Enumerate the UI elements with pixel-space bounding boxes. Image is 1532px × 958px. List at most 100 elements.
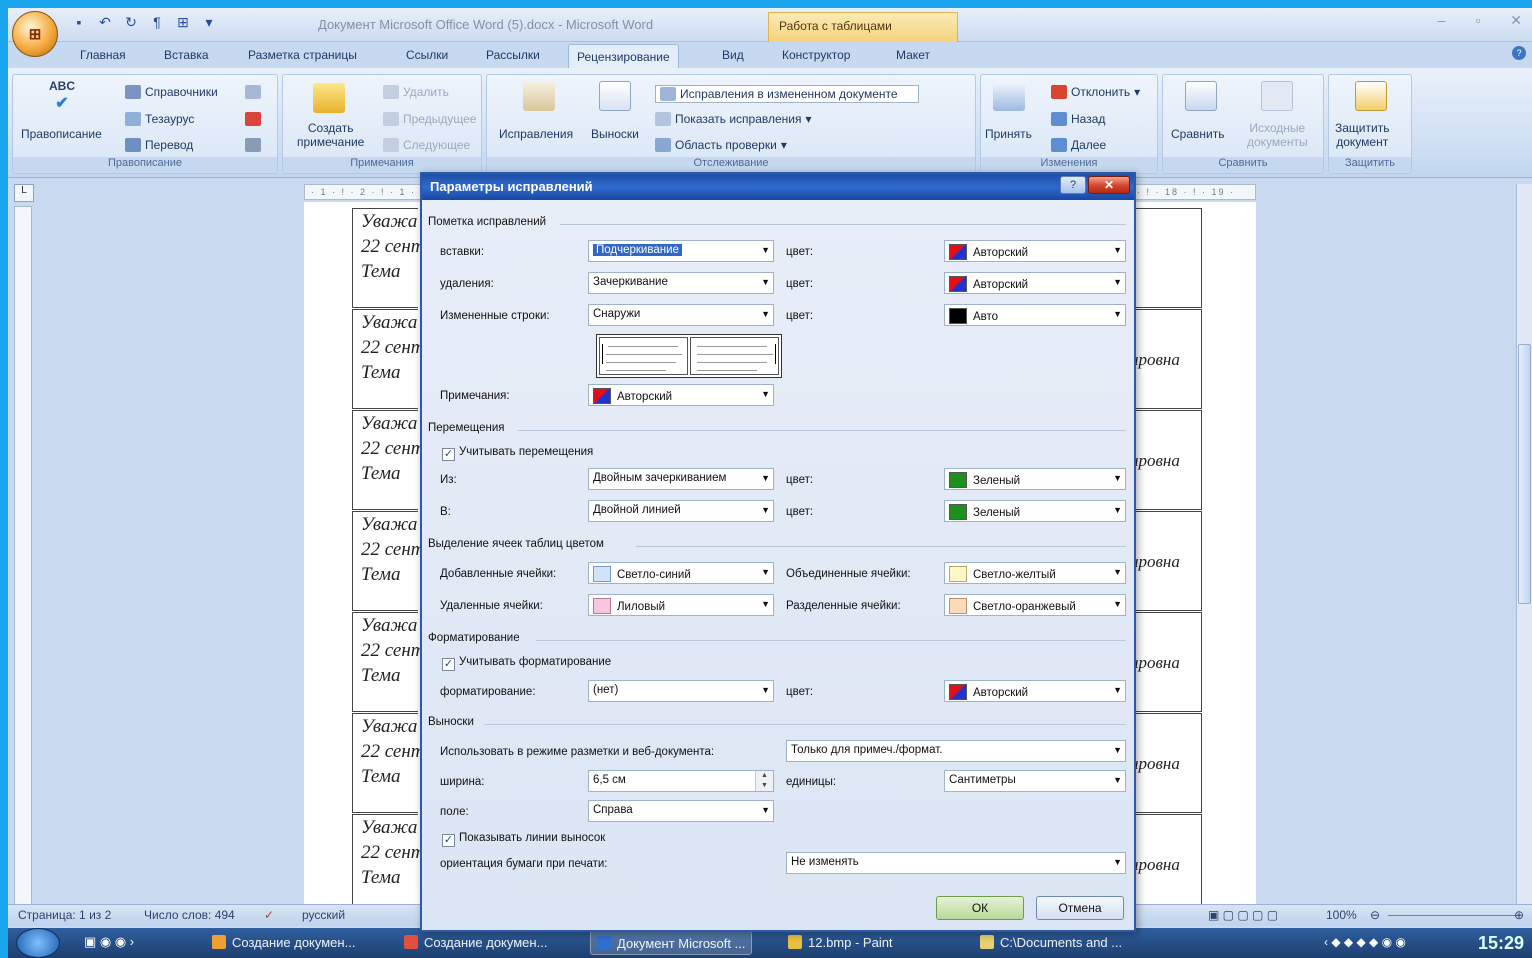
dialog-help-button[interactable]: ?: [1060, 176, 1086, 194]
changed-lines-color-select[interactable]: Авто ▼: [944, 304, 1126, 326]
previous-change-button[interactable]: Назад: [1051, 112, 1105, 126]
zoom-out-icon[interactable]: ⊖: [1370, 908, 1380, 922]
research-button[interactable]: Справочники: [125, 85, 218, 99]
accept-button[interactable]: Принять: [985, 127, 1032, 141]
paper-orientation-select[interactable]: Не изменять ▼: [786, 852, 1126, 874]
show-markup-button[interactable]: Показать исправления ▾: [655, 112, 812, 126]
insertions-color-select[interactable]: Авторский ▼: [944, 240, 1126, 262]
office-button[interactable]: ⊞: [12, 11, 58, 57]
moved-from-color-select[interactable]: Зеленый ▼: [944, 468, 1126, 490]
zoom-slider[interactable]: [1388, 915, 1518, 916]
taskbar-item-1[interactable]: Создание докумен...: [206, 931, 361, 955]
proofing-status-icon[interactable]: ✓: [264, 908, 274, 922]
reviewing-pane-button[interactable]: Область проверки ▾: [655, 138, 787, 152]
changed-lines-select[interactable]: Снаружи ▼: [588, 304, 774, 326]
tab-layout[interactable]: Макет: [888, 46, 938, 64]
moved-to-select[interactable]: Двойной линией ▼: [588, 500, 774, 522]
inserted-cells-select[interactable]: Светло-синий ▼: [588, 562, 774, 584]
maximize-button[interactable]: ▫: [1475, 12, 1480, 29]
next-comment-button[interactable]: Следующее: [383, 138, 470, 152]
word-count[interactable]: Число слов: 494: [144, 908, 235, 922]
deletions-color-select[interactable]: Авторский ▼: [944, 272, 1126, 294]
use-balloons-select[interactable]: Только для примеч./формат. ▼: [786, 740, 1126, 762]
taskbar-item-word[interactable]: Документ Microsoft ...: [590, 931, 753, 955]
protect-document-button[interactable]: Защитить документ: [1335, 121, 1389, 149]
thesaurus-button[interactable]: Тезаурус: [125, 112, 194, 126]
redo-icon[interactable]: ↻: [122, 14, 140, 31]
zoom-level[interactable]: 100%: [1326, 908, 1357, 922]
display-for-review-select[interactable]: Исправления в измененном документе: [655, 85, 919, 103]
dialog-close-button[interactable]: ✕: [1088, 176, 1130, 194]
tab-mailings[interactable]: Рассылки: [478, 46, 548, 64]
track-moves-checkbox[interactable]: ✓ Учитывать перемещения: [442, 446, 593, 461]
balloons-button[interactable]: Выноски: [591, 127, 639, 141]
spelling-button[interactable]: Правописание: [21, 127, 102, 141]
reject-button[interactable]: Отклонить ▾: [1051, 85, 1140, 99]
track-formatting-checkbox[interactable]: ✓ Учитывать форматирование: [442, 656, 611, 671]
margin-select[interactable]: Справа ▼: [588, 800, 774, 822]
table-cell-left[interactable]: Уважа 22 сент Тема: [352, 208, 425, 308]
table-cell-left[interactable]: Уважа 22 сент Тема: [352, 612, 425, 712]
spinner-arrows-icon[interactable]: ▲ ▼: [755, 771, 773, 791]
new-comment-button[interactable]: Создать примечание: [297, 121, 364, 149]
comments-color-select[interactable]: Авторский ▼: [588, 384, 774, 406]
split-cells-select[interactable]: Светло-оранжевый ▼: [944, 594, 1126, 616]
merged-cells-select[interactable]: Светло-желтый ▼: [944, 562, 1126, 584]
insertions-select[interactable]: Подчеркивание ▼: [588, 240, 774, 262]
undo-icon[interactable]: ↶: [96, 14, 114, 31]
page-count[interactable]: Страница: 1 из 2: [18, 908, 111, 922]
tab-insert[interactable]: Вставка: [156, 46, 217, 64]
units-select[interactable]: Сантиметры ▼: [944, 770, 1126, 792]
balloon-width-input[interactable]: 6,5 см ▲ ▼: [588, 770, 774, 792]
ok-button[interactable]: ОК: [936, 896, 1024, 920]
clock[interactable]: 15:29: [1478, 933, 1524, 954]
scrollbar-thumb[interactable]: [1518, 344, 1531, 604]
compare-button[interactable]: Сравнить: [1171, 127, 1224, 141]
view-buttons[interactable]: ▣ ▢ ▢ ▢ ▢: [1208, 908, 1278, 922]
show-source-button[interactable]: Исходные документы: [1247, 121, 1308, 149]
language-icon[interactable]: [245, 85, 261, 99]
track-changes-button[interactable]: Исправления: [499, 127, 573, 141]
table-cell-left[interactable]: Уважа 22 сент Тема: [352, 713, 425, 813]
translate-button[interactable]: Перевод: [125, 138, 193, 152]
table-cell-left[interactable]: Уважа 22 сент Тема: [352, 814, 425, 908]
show-connecting-lines-checkbox[interactable]: ✓ Показывать линии выносок: [442, 832, 605, 847]
table-cell-left[interactable]: Уважа 22 сент Тема: [352, 309, 425, 409]
tab-review[interactable]: Рецензирование: [568, 44, 679, 68]
quick-launch-icons[interactable]: ▣ ◉ ◉ ›: [84, 934, 134, 950]
tab-references[interactable]: Ссылки: [398, 46, 456, 64]
moved-to-color-select[interactable]: Зеленый ▼: [944, 500, 1126, 522]
ribbon-help-icon[interactable]: ?: [1512, 46, 1526, 60]
zoom-in-icon[interactable]: ⊕: [1514, 908, 1524, 922]
deletions-select[interactable]: Зачеркивание ▼: [588, 272, 774, 294]
previous-comment-button[interactable]: Предыдущее: [383, 112, 476, 126]
close-button[interactable]: ✕: [1510, 12, 1522, 29]
moved-from-select[interactable]: Двойным зачеркиванием ▼: [588, 468, 774, 490]
language-status[interactable]: русский: [302, 908, 345, 922]
table-icon[interactable]: ⊞: [174, 14, 192, 31]
formatting-select[interactable]: (нет) ▼: [588, 680, 774, 702]
tray-icons[interactable]: ‹ ◆ ◆ ◆ ◆ ◉ ◉: [1324, 935, 1406, 949]
customize-qat-icon[interactable]: ▾: [200, 14, 218, 31]
deleted-cells-select[interactable]: Лиловый ▼: [588, 594, 774, 616]
save-icon[interactable]: ▪: [70, 14, 88, 31]
cancel-button[interactable]: Отмена: [1036, 896, 1124, 920]
formatting-color-select[interactable]: Авторский ▼: [944, 680, 1126, 702]
minimize-button[interactable]: –: [1438, 12, 1446, 29]
tab-selector-button[interactable]: L: [14, 184, 34, 202]
vertical-ruler[interactable]: [14, 206, 32, 906]
word-count-icon[interactable]: [245, 138, 261, 152]
table-cell-left[interactable]: Уважа 22 сент Тема: [352, 410, 425, 510]
taskbar-item-2[interactable]: Создание докумен...: [398, 931, 553, 955]
taskbar-item-explorer[interactable]: C:\Documents and ...: [974, 931, 1128, 955]
tab-design[interactable]: Конструктор: [774, 46, 858, 64]
delete-comment-button[interactable]: Удалить: [383, 85, 449, 99]
vertical-scrollbar[interactable]: [1516, 184, 1532, 908]
tab-view[interactable]: Вид: [714, 46, 752, 64]
table-cell-left[interactable]: Уважа 22 сент Тема: [352, 511, 425, 611]
tab-home[interactable]: Главная: [72, 46, 134, 64]
taskbar-item-paint[interactable]: 12.bmp - Paint: [782, 931, 899, 955]
next-change-button[interactable]: Далее: [1051, 138, 1106, 152]
set-language-icon[interactable]: [245, 112, 261, 126]
pilcrow-icon[interactable]: ¶: [148, 14, 166, 31]
